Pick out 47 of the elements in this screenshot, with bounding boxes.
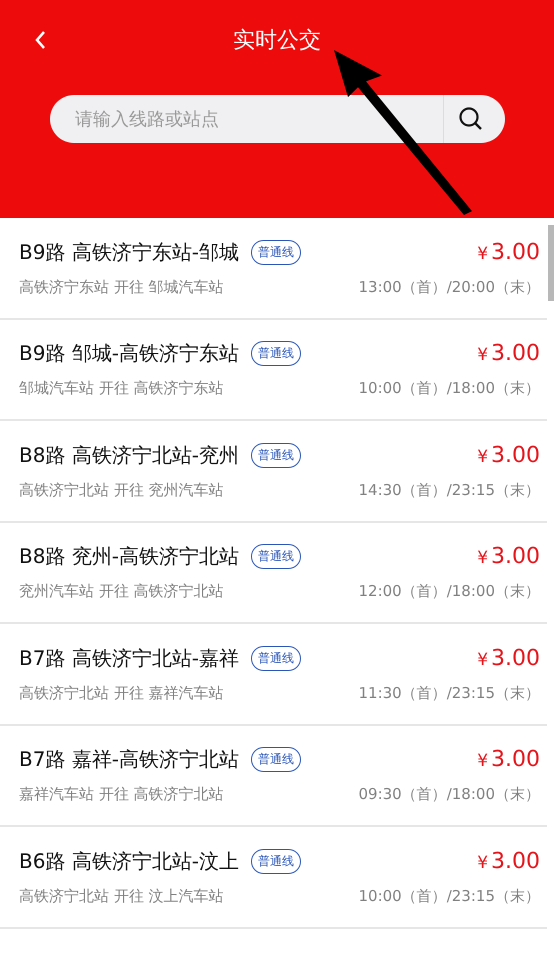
route-type-tag: 普通线 (251, 442, 302, 468)
route-row[interactable]: B8路 高铁济宁北站-兖州 普通线 ¥3.00 高铁济宁北站 开往 兖州汽车站 14:30（首）/23:15（末） (0, 421, 547, 522)
route-name: B8路 高铁济宁北站-兖州 (19, 442, 240, 469)
service-hours: 14:30（首）/23:15（末） (358, 480, 540, 500)
route-name: B8路 兖州-高铁济宁北站 (19, 543, 240, 570)
route-name: B9路 邹城-高铁济宁东站 (19, 340, 240, 368)
search-button[interactable] (443, 95, 505, 143)
route-direction: 高铁济宁北站 开往 汶上汽车站 (19, 886, 224, 906)
route-row[interactable]: B9路 邹城-高铁济宁东站 普通线 ¥3.00 邹城汽车站 开往 高铁济宁东站 10:00（首）/18:00（末） (0, 320, 547, 421)
route-type-tag: 普通线 (251, 341, 302, 366)
search-field[interactable]: 请输入线路或站点 (50, 95, 443, 143)
fare: ¥3.00 (477, 646, 540, 671)
fare: ¥3.00 (477, 341, 540, 366)
service-hours: 10:00（首）/23:15（末） (358, 886, 540, 906)
route-direction: 嘉祥汽车站 开往 高铁济宁北站 (19, 785, 224, 804)
fare: ¥3.00 (477, 848, 540, 874)
route-direction: 高铁济宁北站 开往 嘉祥汽车站 (19, 684, 224, 703)
route-row[interactable]: B8路 兖州-高铁济宁北站 普通线 ¥3.00 兖州汽车站 开往 高铁济宁北站 12:00（首）/18:00（末） (0, 522, 547, 624)
service-hours: 10:00（首）/18:00（末） (358, 379, 540, 398)
page-title: 实时公交 (233, 27, 321, 55)
route-type-tag: 普通线 (251, 646, 302, 671)
back-icon (33, 29, 47, 51)
route-direction: 兖州汽车站 开往 高铁济宁北站 (19, 582, 224, 602)
route-row[interactable]: B6路 高铁济宁北站-汶上 普通线 ¥3.00 高铁济宁北站 开往 汶上汽车站 10:00（首）/23:15（末） (0, 827, 547, 928)
route-row[interactable]: B7路 嘉祥-高铁济宁北站 普通线 ¥3.00 嘉祥汽车站 开往 高铁济宁北站 09:30（首）/18:00（末） (0, 726, 547, 827)
fare: ¥3.00 (477, 544, 540, 570)
route-direction: 邹城汽车站 开往 高铁济宁东站 (19, 379, 224, 398)
route-name: B7路 嘉祥-高铁济宁北站 (19, 746, 240, 774)
route-row[interactable]: B7路 高铁济宁北站-嘉祥 普通线 ¥3.00 高铁济宁北站 开往 嘉祥汽车站 11:30（首）/23:15（末） (0, 624, 547, 726)
route-direction: 高铁济宁东站 开往 邹城汽车站 (19, 278, 224, 297)
fare: ¥3.00 (477, 240, 540, 265)
service-hours: 13:00（首）/20:00（末） (358, 278, 540, 297)
route-row[interactable]: B9路 高铁济宁东站-邹城 普通线 ¥3.00 高铁济宁东站 开往 邹城汽车站 13:00（首）/20:00（末） (0, 218, 547, 320)
search-icon (458, 106, 484, 132)
route-name: B7路 高铁济宁北站-嘉祥 (19, 644, 240, 672)
route-type-tag: 普通线 (251, 544, 302, 570)
fare: ¥3.00 (477, 747, 540, 772)
service-hours: 09:30（首）/18:00（末） (358, 785, 540, 804)
route-type-tag: 普通线 (251, 848, 302, 874)
service-hours: 11:30（首）/23:15（末） (358, 684, 540, 703)
route-type-tag: 普通线 (251, 240, 302, 265)
route-direction: 高铁济宁北站 开往 兖州汽车站 (19, 480, 224, 500)
route-name: B9路 高铁济宁东站-邹城 (19, 238, 240, 266)
route-name: B6路 高铁济宁北站-汶上 (19, 848, 240, 875)
route-type-tag: 普通线 (251, 747, 302, 772)
fare: ¥3.00 (477, 442, 540, 468)
service-hours: 12:00（首）/18:00（末） (358, 582, 540, 602)
